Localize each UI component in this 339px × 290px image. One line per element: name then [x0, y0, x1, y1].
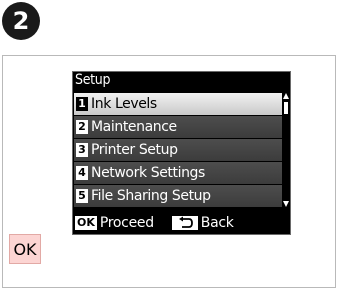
lcd-footer: OK Proceed Back	[75, 213, 289, 233]
menu-item-number: 1	[76, 97, 88, 111]
menu-item-label: Ink Levels	[91, 96, 157, 112]
menu-item-maintenance[interactable]: 2 Maintenance	[74, 116, 282, 138]
scroll-thumb	[284, 102, 288, 114]
ok-button[interactable]: OK	[9, 234, 41, 264]
menu-item-label: Maintenance	[91, 119, 177, 135]
scroll-up-arrow-icon	[283, 93, 289, 99]
step-number-badge: 2	[2, 2, 40, 40]
menu-item-network-settings[interactable]: 4 Network Settings	[74, 162, 282, 184]
screen-title: Setup	[75, 72, 111, 88]
setup-menu: 1 Ink Levels 2 Maintenance 3 Printer Set…	[74, 93, 282, 208]
menu-scrollbar[interactable]	[283, 93, 290, 207]
back-label: Back	[200, 215, 234, 231]
proceed-label: Proceed	[99, 215, 154, 231]
menu-item-number: 4	[76, 166, 88, 180]
menu-item-number: 3	[76, 143, 88, 157]
scroll-down-arrow-icon	[283, 201, 289, 207]
menu-item-ink-levels[interactable]: 1 Ink Levels	[74, 93, 282, 115]
ok-key-icon: OK	[75, 216, 97, 230]
menu-item-file-sharing-setup[interactable]: 5 File Sharing Setup	[74, 185, 282, 207]
menu-item-label: File Sharing Setup	[91, 188, 211, 204]
back-arrow-icon	[171, 216, 198, 230]
menu-item-printer-setup[interactable]: 3 Printer Setup	[74, 139, 282, 161]
menu-item-number: 2	[76, 120, 88, 134]
menu-item-label: Network Settings	[91, 165, 205, 181]
menu-item-number: 5	[76, 189, 88, 203]
menu-item-label: Printer Setup	[91, 142, 178, 158]
lcd-screen: Setup 1 Ink Levels 2 Maintenance 3 Print…	[72, 71, 291, 235]
